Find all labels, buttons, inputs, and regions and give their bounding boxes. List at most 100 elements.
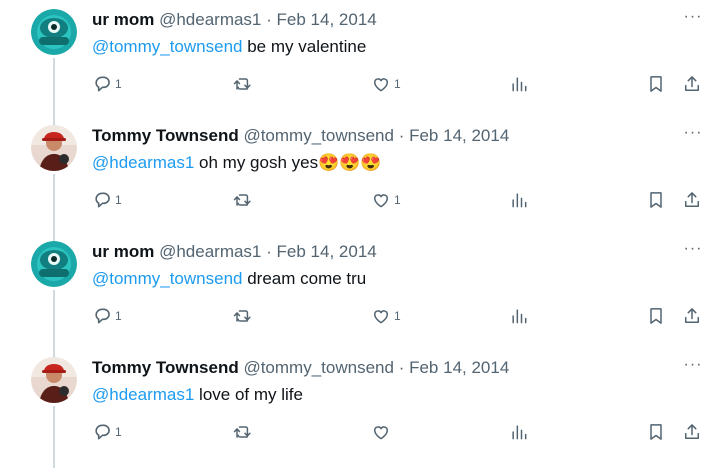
retweet-icon [233, 310, 251, 322]
reply-icon [95, 308, 110, 324]
mention-link[interactable]: @hdearmas1 [92, 153, 194, 172]
views-button[interactable] [509, 420, 529, 444]
heart-icon [373, 426, 389, 440]
tweet-date[interactable]: Feb 14, 2014 [277, 242, 377, 261]
retweet-button[interactable] [232, 304, 255, 328]
reply-button[interactable]: 1 [92, 420, 122, 444]
like-button[interactable]: 1 [371, 304, 401, 328]
more-icon[interactable]: ··· [681, 241, 705, 261]
separator-dot: · [266, 242, 272, 261]
reply-button[interactable]: 1 [92, 72, 122, 96]
views-icon [512, 77, 527, 92]
mention-link[interactable]: @hdearmas1 [92, 385, 194, 404]
author-handle[interactable]: @tommy_townsend [243, 358, 394, 377]
views-icon [512, 425, 527, 440]
author-handle[interactable]: @tommy_townsend [243, 126, 394, 145]
tweet-header: Tommy Townsend @tommy_townsend · Feb 14,… [92, 125, 509, 147]
separator-dot: · [398, 358, 405, 377]
mention-link[interactable]: @tommy_townsend [92, 37, 243, 56]
more-icon[interactable]: ··· [681, 125, 705, 145]
tweet-header: ur mom @hdearmas1 · Feb 14, 2014 [92, 241, 377, 263]
heart-icon [373, 194, 389, 208]
tweet-actions: 1 1 [0, 188, 720, 212]
reply-count: 1 [115, 77, 122, 91]
tweet-text: @hdearmas1 love of my life [92, 384, 303, 406]
reply-count: 1 [115, 193, 122, 207]
tweet-date[interactable]: Feb 14, 2014 [277, 10, 377, 29]
retweet-icon [233, 426, 251, 438]
bookmark-icon [650, 308, 662, 324]
reply-button[interactable]: 1 [92, 304, 122, 328]
reply-button[interactable]: 1 [92, 188, 122, 212]
views-icon [512, 309, 527, 324]
bookmark-icon [650, 192, 662, 208]
author-name[interactable]: Tommy Townsend [92, 358, 239, 377]
retweet-icon [233, 78, 251, 90]
tweet-text-content: dream come tru [242, 269, 367, 288]
tweet-date[interactable]: Feb 14, 2014 [409, 126, 509, 145]
tweet-text: @tommy_townsend be my valentine [92, 36, 366, 58]
retweet-button[interactable] [232, 188, 255, 212]
avatar[interactable] [31, 357, 77, 403]
tweet-header: Tommy Townsend @tommy_townsend · Feb 14,… [92, 357, 509, 379]
retweet-button[interactable] [232, 72, 255, 96]
views-icon [512, 193, 527, 208]
retweet-button[interactable] [232, 420, 255, 444]
author-name[interactable]: Tommy Townsend [92, 126, 239, 145]
author-handle[interactable]: @hdearmas1 [159, 242, 261, 261]
more-icon[interactable]: ··· [681, 357, 705, 377]
tweet-text-content: oh my gosh yes [194, 153, 319, 172]
reply-icon [95, 192, 110, 208]
views-button[interactable] [509, 188, 529, 212]
reply-icon [95, 76, 110, 92]
heart-eyes-emoji: 😍😍😍 [318, 153, 382, 172]
like-button[interactable]: 1 [371, 72, 401, 96]
share-button[interactable] [682, 188, 702, 212]
tweet[interactable]: ur mom @hdearmas1 · Feb 14, 2014 ··· @to… [0, 232, 720, 348]
tweet[interactable]: Tommy Townsend @tommy_townsend · Feb 14,… [0, 348, 720, 464]
avatar[interactable] [31, 9, 77, 55]
more-icon[interactable]: ··· [681, 9, 705, 29]
share-icon [685, 424, 699, 439]
like-count: 1 [394, 193, 401, 207]
author-name[interactable]: ur mom [92, 10, 154, 29]
heart-icon [373, 310, 389, 324]
author-name[interactable]: ur mom [92, 242, 154, 261]
bookmark-button[interactable] [646, 304, 666, 328]
tweet-date[interactable]: Feb 14, 2014 [409, 358, 509, 377]
reply-count: 1 [115, 425, 122, 439]
like-button[interactable]: 1 [371, 188, 401, 212]
tweet-text-content: be my valentine [242, 37, 367, 56]
tweet-actions: 1 [0, 420, 720, 444]
views-button[interactable] [509, 72, 529, 96]
share-icon [685, 76, 699, 91]
bookmark-button[interactable] [646, 188, 666, 212]
tweet[interactable]: Tommy Townsend @tommy_townsend · Feb 14,… [0, 116, 720, 232]
tweet-text: @hdearmas1 oh my gosh yes😍😍😍 [92, 152, 382, 174]
like-count: 1 [394, 309, 401, 323]
tweet-text: @tommy_townsend dream come tru [92, 268, 366, 290]
avatar[interactable] [31, 125, 77, 171]
share-button[interactable] [682, 72, 702, 96]
bookmark-button[interactable] [646, 420, 666, 444]
separator-dot: · [398, 126, 405, 145]
retweet-icon [233, 194, 251, 206]
share-button[interactable] [682, 304, 702, 328]
separator-dot: · [266, 10, 272, 29]
avatar[interactable] [31, 241, 77, 287]
tweet-text-content: love of my life [194, 385, 303, 404]
share-icon [685, 192, 699, 207]
share-button[interactable] [682, 420, 702, 444]
author-handle[interactable]: @hdearmas1 [159, 10, 261, 29]
views-button[interactable] [509, 304, 529, 328]
bookmark-icon [650, 424, 662, 440]
tweet-actions: 1 1 [0, 72, 720, 96]
reply-count: 1 [115, 309, 122, 323]
tweet-actions: 1 1 [0, 304, 720, 328]
mention-link[interactable]: @tommy_townsend [92, 269, 243, 288]
reply-icon [95, 424, 110, 440]
tweet[interactable]: ur mom @hdearmas1 · Feb 14, 2014 ··· @to… [0, 0, 720, 116]
bookmark-icon [650, 76, 662, 92]
bookmark-button[interactable] [646, 72, 666, 96]
like-button[interactable] [371, 420, 394, 444]
